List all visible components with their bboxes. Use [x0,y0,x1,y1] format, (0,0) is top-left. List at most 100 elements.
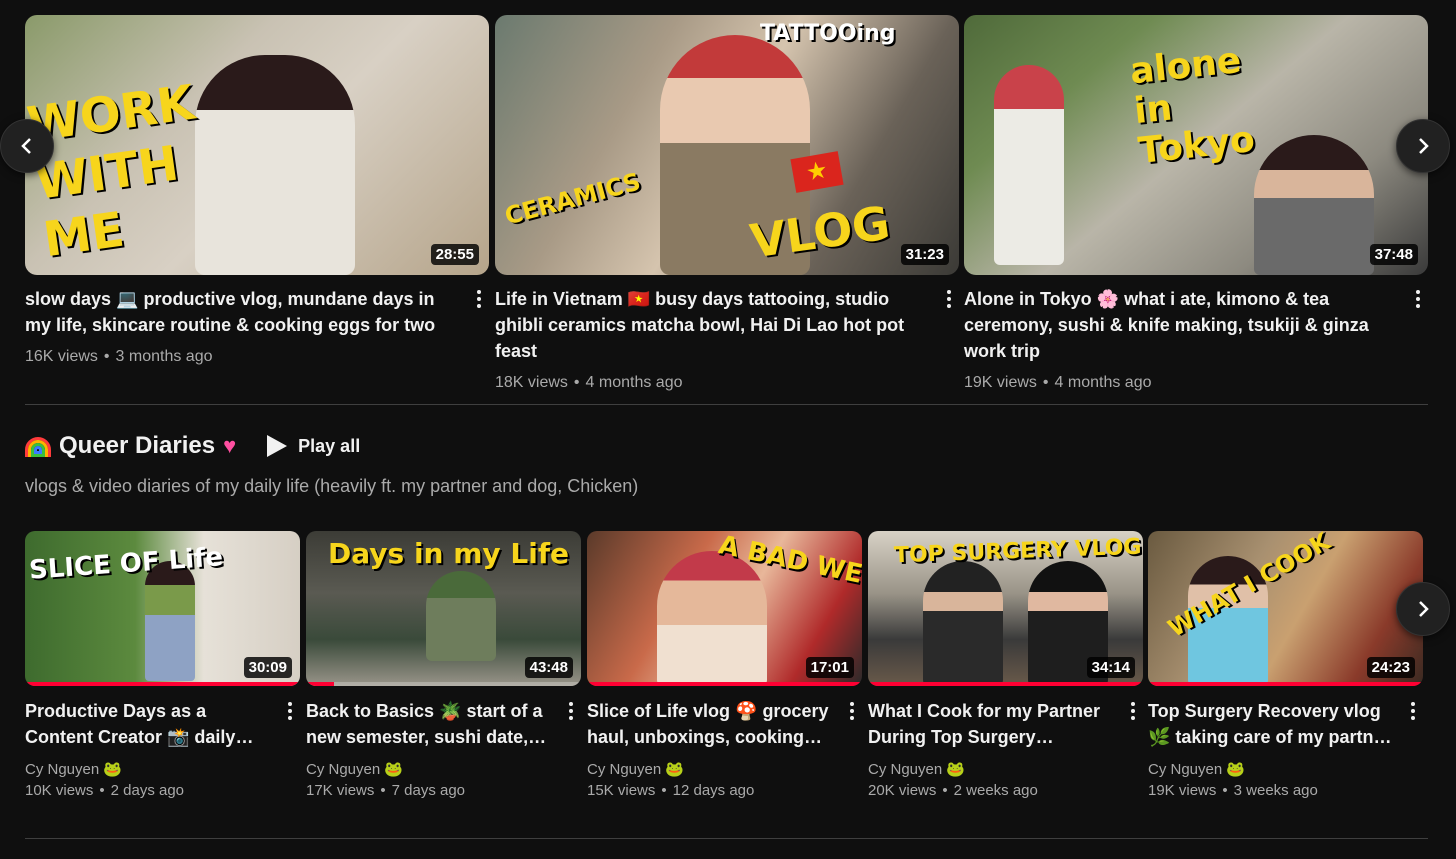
section-divider [25,838,1428,839]
video-title[interactable]: Slice of Life vlog 🍄 grocery haul, unbox… [587,698,837,750]
video-metadata: 17K views • 7 days ago [306,782,466,799]
thumbnail-figure [195,55,355,275]
channel-name[interactable]: Cy Nguyen 🐸 [1148,760,1423,778]
video-thumbnail[interactable]: SLICE OF Life 30:09 [25,531,300,686]
view-count: 19K views [1148,782,1217,799]
video-card[interactable]: SLICE OF Life 30:09 Productive Days as a… [25,531,300,799]
video-card[interactable]: WORK WITH ME 28:55 slow days 💻 productiv… [25,15,489,366]
video-metadata: 10K views • 2 days ago [25,782,185,799]
thumbnail-figure [994,65,1064,265]
watch-progress-bar [1148,682,1423,686]
more-actions-button[interactable] [842,698,862,724]
more-actions-button[interactable] [1408,286,1428,312]
upload-age: 4 months ago [585,374,683,391]
view-count: 18K views [495,374,568,391]
video-metadata: 19K views • 3 weeks ago [1148,782,1318,799]
view-count: 16K views [25,348,98,365]
more-actions-button[interactable] [469,286,489,312]
view-count: 17K views [306,782,375,799]
video-thumbnail[interactable]: Days in my Life 43:48 [306,531,581,686]
video-card[interactable]: WHAT I COOK 24:23 Top Surgery Recovery v… [1148,531,1423,799]
channel-name[interactable]: Cy Nguyen 🐸 [25,760,300,778]
duration-badge: 34:14 [1086,657,1135,678]
video-metadata: 15K views • 12 days ago [587,782,755,799]
video-title[interactable]: Life in Vietnam 🇻🇳 busy days tattooing, … [495,286,935,364]
watch-progress-bar [868,682,1143,686]
upload-age: 4 months ago [1054,374,1152,391]
video-thumbnail[interactable]: alone in Tokyo 37:48 [964,15,1428,275]
duration-badge: 28:55 [430,244,479,265]
video-card[interactable]: A BAD WEEK 17:01 Slice of Life vlog 🍄 gr… [587,531,862,799]
thumbnail-figure [923,561,1003,686]
video-title[interactable]: Top Surgery Recovery vlog 🌿 taking care … [1148,698,1398,750]
chevron-left-icon [21,138,31,154]
video-card[interactable]: Days in my Life 43:48 Back to Basics 🪴 s… [306,531,581,799]
upload-age: 2 days ago [110,782,185,799]
more-actions-button[interactable] [1403,698,1423,724]
video-title[interactable]: Productive Days as a Content Creator 📸 d… [25,698,275,750]
play-all-label: Play all [298,435,361,456]
chevron-right-icon [1419,138,1429,154]
channel-name[interactable]: Cy Nguyen 🐸 [868,760,1143,778]
duration-badge: 17:01 [805,657,854,678]
video-title[interactable]: slow days 💻 productive vlog, mundane day… [25,286,465,338]
section-divider [25,404,1428,405]
duration-badge: 31:23 [900,244,949,265]
thumbnail-figure [1254,135,1374,275]
video-thumbnail[interactable]: A BAD WEEK 17:01 [587,531,862,686]
channel-name[interactable]: Cy Nguyen 🐸 [587,760,862,778]
scroll-left-button[interactable] [0,119,54,173]
duration-badge: 37:48 [1369,244,1418,265]
thumbnail-figure [1188,556,1268,686]
upload-age: 12 days ago [672,782,755,799]
shelf-header: Queer Diaries ♥ Play all [25,432,360,460]
video-card[interactable]: alone in Tokyo 37:48 Alone in Tokyo 🌸 wh… [964,15,1428,392]
video-thumbnail[interactable]: ★ VLOG TATTOOing CERAMICS 31:23 [495,15,959,275]
thumbnail-figure [660,35,810,275]
upload-age: 2 weeks ago [953,782,1038,799]
video-metadata: 20K views • 2 weeks ago [868,782,1038,799]
video-metadata: 19K views • 4 months ago [964,374,1152,391]
view-count: 20K views [868,782,937,799]
scroll-right-button[interactable] [1396,119,1450,173]
video-title[interactable]: Back to Basics 🪴 start of a new semester… [306,698,556,750]
duration-badge: 30:09 [243,657,292,678]
watch-progress-track [306,682,581,686]
video-card[interactable]: ★ VLOG TATTOOing CERAMICS 31:23 Life in … [495,15,959,392]
video-thumbnail[interactable]: TOP SURGERY VLOG 34:14 [868,531,1143,686]
more-actions-button[interactable] [280,698,300,724]
video-metadata: 16K views • 3 months ago [25,348,213,365]
chevron-right-icon [1419,601,1429,617]
shelf-title[interactable]: Queer Diaries [59,432,215,460]
view-count: 19K views [964,374,1037,391]
upload-age: 3 months ago [115,348,213,365]
view-count: 15K views [587,782,656,799]
more-actions-button[interactable] [939,286,959,312]
view-count: 10K views [25,782,94,799]
sparkling-heart-icon: ♥ [223,433,237,458]
upload-age: 7 days ago [391,782,466,799]
play-icon [267,435,288,457]
thumbnail-figure [426,571,496,661]
watch-progress-bar [306,682,334,686]
video-title[interactable]: Alone in Tokyo 🌸 what i ate, kimono & te… [964,286,1404,364]
more-actions-button[interactable] [561,698,581,724]
rainbow-icon [25,435,51,457]
channel-name[interactable]: Cy Nguyen 🐸 [306,760,581,778]
duration-badge: 24:23 [1366,657,1415,678]
video-card[interactable]: TOP SURGERY VLOG 34:14 What I Cook for m… [868,531,1143,799]
video-thumbnail[interactable]: WHAT I COOK 24:23 [1148,531,1423,686]
play-all-button[interactable]: Play all [266,434,360,458]
video-title[interactable]: What I Cook for my Partner During Top Su… [868,698,1118,750]
more-actions-button[interactable] [1123,698,1143,724]
thumbnail-figure [145,561,195,681]
shelf-description: vlogs & video diaries of my daily life (… [25,476,639,496]
watch-progress-bar [25,682,300,686]
video-metadata: 18K views • 4 months ago [495,374,683,391]
watch-progress-bar [587,682,862,686]
upload-age: 3 weeks ago [1233,782,1318,799]
thumbnail-figure [657,551,767,686]
video-thumbnail[interactable]: WORK WITH ME 28:55 [25,15,489,275]
scroll-right-button[interactable] [1396,582,1450,636]
duration-badge: 43:48 [524,657,573,678]
